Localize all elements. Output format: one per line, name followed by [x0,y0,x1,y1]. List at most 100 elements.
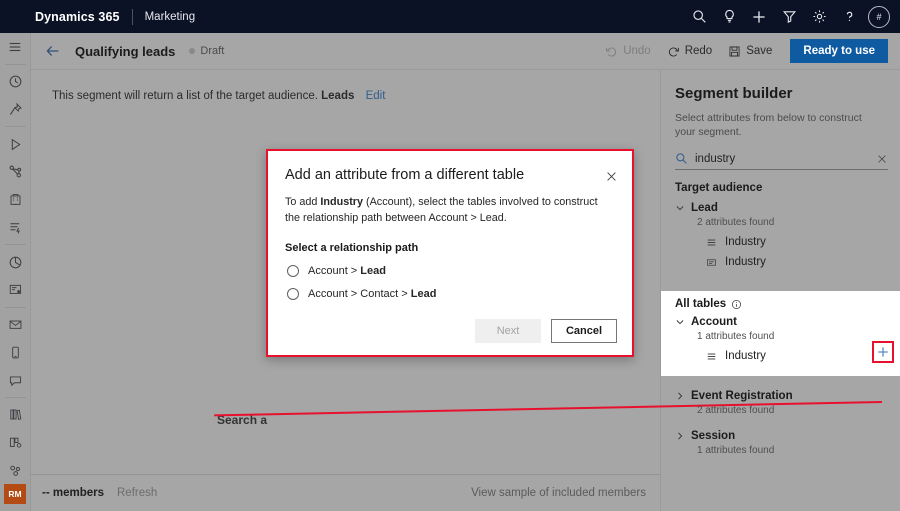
tree-group-account[interactable]: Account [675,310,900,328]
panel-subtitle: Select attributes from below to construc… [661,102,900,139]
pin-icon[interactable] [0,95,31,123]
tree-group-name: Event Registration [691,390,793,402]
user-avatar-top[interactable]: # [868,6,890,28]
tree-group-name: Account [691,316,737,328]
refresh-button[interactable]: Refresh [117,487,157,499]
dialog-description: To add Industry (Account), select the ta… [285,195,608,226]
text-attribute-icon [706,257,717,268]
bottom-status-bar: -- members Refresh View sample of includ… [31,474,660,511]
help-icon[interactable] [834,0,864,33]
all-tables-collapsed-groups: Event Registration 2 attributes found Se… [661,382,900,456]
save-button[interactable]: Save [728,45,772,58]
members-count-label: -- members [42,487,104,499]
undo-label: Undo [623,45,651,57]
segment-audience-label: Leads [321,90,354,102]
analytics-icon[interactable] [0,248,31,276]
chevron-down-icon [675,203,687,213]
back-arrow-icon[interactable] [45,43,61,59]
relationship-option-1[interactable]: Account > Lead [268,254,632,277]
target-audience-group: Lead 2 attributes found Industry [661,194,900,268]
save-label: Save [746,45,772,57]
tree-group-count: 1 attributes found [675,442,900,456]
attribute-row-account-industry[interactable]: Industry [675,342,900,362]
edit-audience-link[interactable]: Edit [366,90,386,102]
tree-group-lead[interactable]: Lead [675,194,900,214]
attribute-row[interactable]: Industry [675,248,900,268]
target-audience-heading: Target audience [661,170,900,194]
relationship-option-2[interactable]: Account > Contact > Lead [268,277,632,300]
gear-icon[interactable] [804,0,834,33]
building-icon[interactable] [0,186,31,214]
attribute-row[interactable]: Industry [675,228,900,248]
view-sample-link[interactable]: View sample of included members [471,487,646,499]
add-attribute-button[interactable] [872,341,894,363]
segment-description-text: This segment will return a list of the t… [52,90,318,102]
dialog-footer: Next Cancel [475,319,617,343]
segment-description: This segment will return a list of the t… [52,90,385,102]
chevron-down-icon [675,317,687,327]
add-attribute-dialog: Add an attribute from a different table … [266,149,634,357]
tree-group-event-registration[interactable]: Event Registration [675,382,900,402]
tree-group-count: 2 attributes found [675,402,900,416]
hamburger-menu-icon[interactable] [0,33,31,61]
tree-group-name: Session [691,430,735,442]
dialog-description-pre: To add [285,196,320,208]
redo-icon [667,45,680,58]
attribute-search-box[interactable]: industry [675,152,888,170]
brand-label: Dynamics 365 [35,10,120,24]
tree-group-count: 1 attributes found [675,328,900,342]
segments-icon[interactable] [0,158,31,186]
undo-icon [605,45,618,58]
library-icon[interactable] [0,401,31,429]
radio-button-icon[interactable] [287,288,299,300]
chevron-right-icon [675,391,687,401]
relationship-option-label: Account > Lead [308,265,386,277]
next-button[interactable]: Next [475,319,541,343]
undo-button[interactable]: Undo [605,45,651,58]
radio-button-icon[interactable] [287,265,299,277]
left-navigation-rail: RM [0,33,31,511]
close-icon[interactable] [876,153,888,165]
rail-divider [5,244,26,245]
mobile-icon[interactable] [0,338,31,366]
brand-separator [132,9,133,25]
status-dot-icon [189,48,195,54]
relationship-path-heading: Select a relationship path [268,226,632,254]
all-tables-label: All tables [675,298,726,310]
settings-nodes-icon[interactable] [0,456,31,484]
close-icon[interactable] [605,167,618,183]
plus-icon[interactable] [744,0,774,33]
info-icon[interactable] [731,299,742,310]
chevron-right-icon [675,431,687,441]
option-prefix: Account > Contact > [308,288,411,300]
tree-group-count: 2 attributes found [675,214,900,228]
app-root: Dynamics 365 Marketing [0,0,900,511]
leads-icon[interactable] [0,213,31,241]
rail-divider [5,397,26,398]
search-input[interactable]: industry [695,153,876,165]
recent-icon[interactable] [0,68,31,96]
segment-builder-panel: Segment builder Select attributes from b… [660,70,900,511]
rail-divider [5,126,26,127]
lightbulb-icon[interactable] [714,0,744,33]
redo-button[interactable]: Redo [667,45,713,58]
rail-divider [5,307,26,308]
filter-icon[interactable] [774,0,804,33]
cancel-button[interactable]: Cancel [551,319,617,343]
search-icon[interactable] [684,0,714,33]
dialog-title: Add an attribute from a different table [285,167,605,183]
email-icon[interactable] [0,311,31,339]
dialog-header: Add an attribute from a different table [268,151,632,183]
form-icon[interactable] [0,276,31,304]
ready-to-use-button[interactable]: Ready to use [790,39,888,63]
play-icon[interactable] [0,130,31,158]
command-bar: Qualifying leads Draft Undo [31,33,900,70]
option-prefix: Account > [308,265,360,277]
templates-icon[interactable] [0,429,31,457]
page-title: Qualifying leads [75,44,175,59]
all-tables-section: All tables Account 1 [661,291,900,376]
tree-group-session[interactable]: Session [675,416,900,442]
status-badge: Draft [189,45,224,57]
user-avatar-rail[interactable]: RM [4,484,26,504]
chat-icon[interactable] [0,366,31,394]
